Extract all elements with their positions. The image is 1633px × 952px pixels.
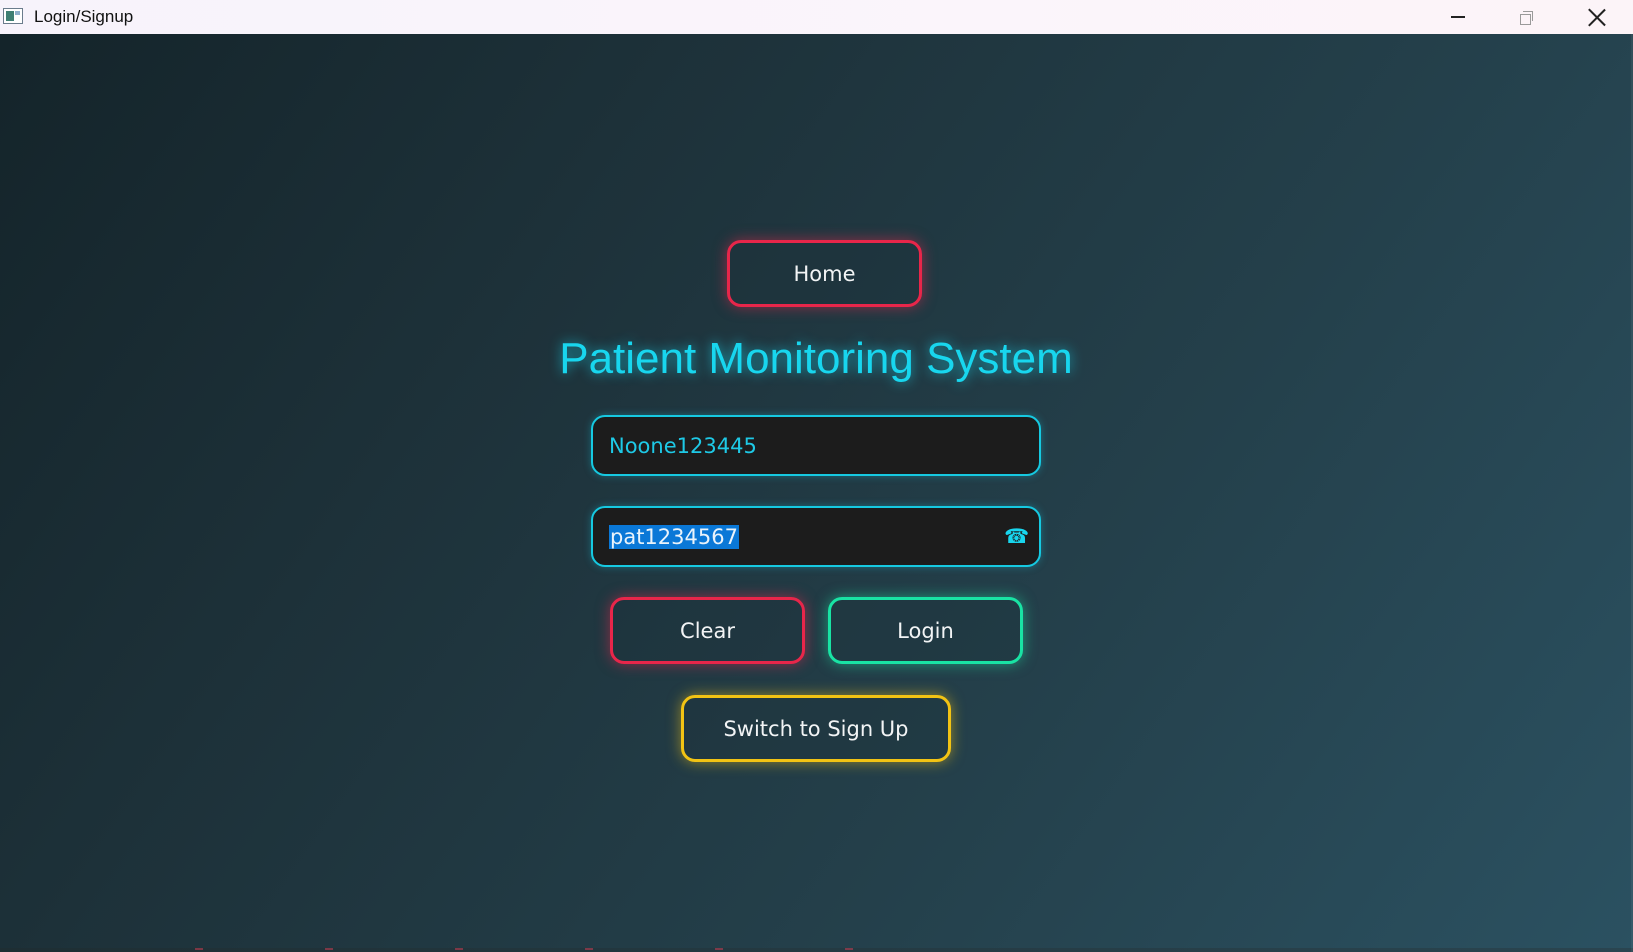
page-title-text: Patient Monitoring System <box>559 334 1073 383</box>
login-panel: Home Patient Monitoring System Noone1234… <box>0 34 1633 952</box>
bottom-edge <box>0 948 1633 952</box>
home-button[interactable]: Home <box>727 240 922 307</box>
restore-icon <box>1520 11 1533 25</box>
app-icon <box>3 8 23 24</box>
minimize-icon <box>1451 16 1465 18</box>
title-bar[interactable]: Login/Signup <box>0 0 1633 34</box>
password-value: pat1234567 <box>609 524 739 549</box>
login-button[interactable]: Login <box>828 597 1023 664</box>
login-window: Login/Signup Home Patient Monitoring Sys… <box>0 0 1633 952</box>
close-button[interactable] <box>1563 0 1631 34</box>
window-title: Login/Signup <box>34 7 134 26</box>
switch-to-signup-button[interactable]: Switch to Sign Up <box>681 695 951 762</box>
phone-icon[interactable]: ☎ <box>1004 526 1029 546</box>
clear-button[interactable]: Clear <box>610 597 805 664</box>
username-input[interactable]: Noone123445 <box>591 415 1041 476</box>
username-value: Noone123445 <box>609 433 757 458</box>
close-icon <box>1588 8 1606 26</box>
password-input[interactable]: pat1234567 ☎ <box>591 506 1041 567</box>
page-title: Patient Monitoring System <box>0 334 1633 384</box>
minimize-button[interactable] <box>1424 0 1492 34</box>
maximize-button[interactable] <box>1492 0 1560 34</box>
